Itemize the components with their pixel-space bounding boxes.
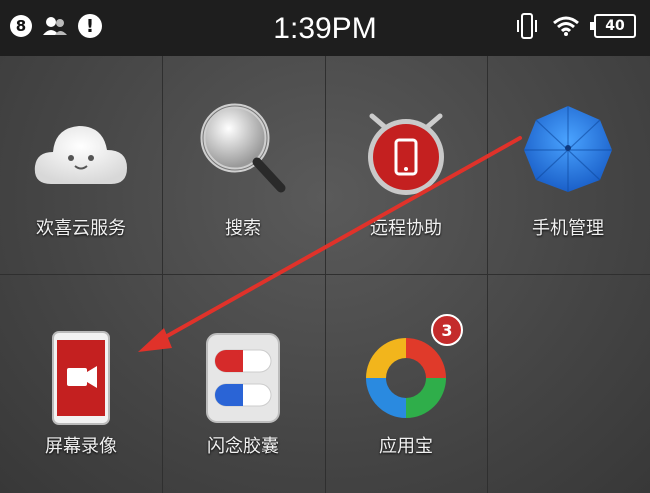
home-screen: 8 ! 1:39PM 40 欢喜云服务 搜索 远程协助 手机管理 屏幕录像 闪念… — [0, 0, 650, 493]
annotation-arrow — [138, 136, 522, 352]
